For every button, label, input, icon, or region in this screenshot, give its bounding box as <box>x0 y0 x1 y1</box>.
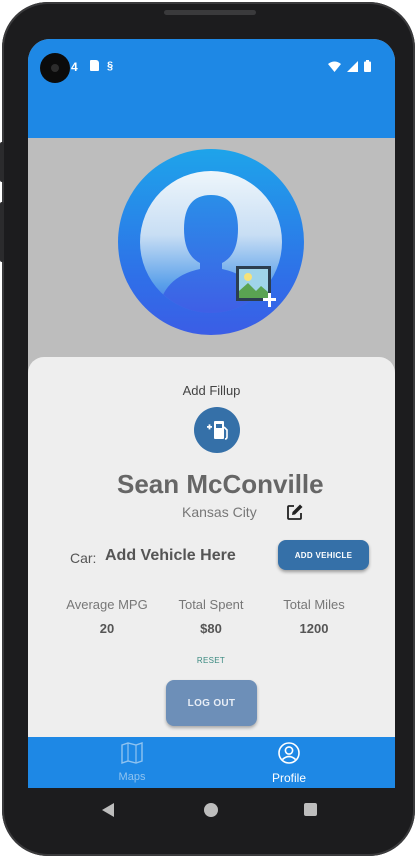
logout-button[interactable]: LOG OUT <box>166 680 257 726</box>
phone-side-button <box>0 202 4 262</box>
user-name: Sean McConville <box>117 469 324 499</box>
status-time: 4 <box>71 60 78 74</box>
status-icons-right <box>328 60 371 72</box>
stat-label: Total Spent <box>178 597 244 612</box>
add-fillup-label: Add Fillup <box>182 383 241 398</box>
speaker-grille <box>164 10 256 15</box>
stat-total-miles: Total Miles 1200 <box>264 597 364 636</box>
edit-icon[interactable] <box>286 503 304 521</box>
phone-side-button <box>0 142 4 182</box>
account-circle-icon <box>278 742 300 764</box>
add-photo-icon[interactable] <box>234 264 280 310</box>
car-value: Add Vehicle Here <box>105 547 236 564</box>
stat-value: $80 <box>200 621 222 636</box>
stat-average-mpg: Average MPG 20 <box>57 597 157 636</box>
map-icon <box>121 742 143 764</box>
back-icon[interactable] <box>102 803 114 817</box>
nav-item-profile[interactable]: Profile <box>239 741 339 785</box>
phone-frame: 4 § Add Fillup Sean McConville Kansas Ci… <box>0 2 415 856</box>
sd-card-icon <box>90 60 99 71</box>
battery-icon <box>364 60 371 72</box>
system-navigation-bar <box>2 788 415 834</box>
add-fillup-button[interactable] <box>194 407 240 453</box>
wifi-icon <box>328 61 341 72</box>
stat-label: Total Miles <box>283 597 345 612</box>
home-icon[interactable] <box>204 803 218 817</box>
status-icons-left: § <box>90 60 113 72</box>
nav-label-maps: Maps <box>118 771 146 783</box>
sync-icon: § <box>107 60 114 72</box>
stat-value: 1200 <box>299 621 329 636</box>
front-camera <box>40 53 70 83</box>
user-city: Kansas City <box>182 504 257 520</box>
profile-card: Add Fillup Sean McConville Kansas City C… <box>28 357 395 737</box>
nav-label-profile: Profile <box>271 771 306 785</box>
app-bar <box>28 85 395 138</box>
recents-icon[interactable] <box>304 803 317 816</box>
signal-icon <box>347 60 358 72</box>
status-bar: 4 § <box>28 39 395 85</box>
car-label: Car: <box>70 550 97 566</box>
add-vehicle-button[interactable]: ADD VEHICLE <box>278 540 369 570</box>
stat-label: Average MPG <box>66 597 148 612</box>
reset-button[interactable]: RESET <box>28 656 394 665</box>
nav-item-maps[interactable]: Maps <box>82 741 182 783</box>
screen: 4 § Add Fillup Sean McConville Kansas Ci… <box>28 39 395 788</box>
stat-total-spent: Total Spent $80 <box>161 597 261 636</box>
bottom-navigation: Maps Profile <box>28 737 395 788</box>
stat-value: 20 <box>99 621 115 636</box>
fuel-pump-icon <box>207 421 228 440</box>
